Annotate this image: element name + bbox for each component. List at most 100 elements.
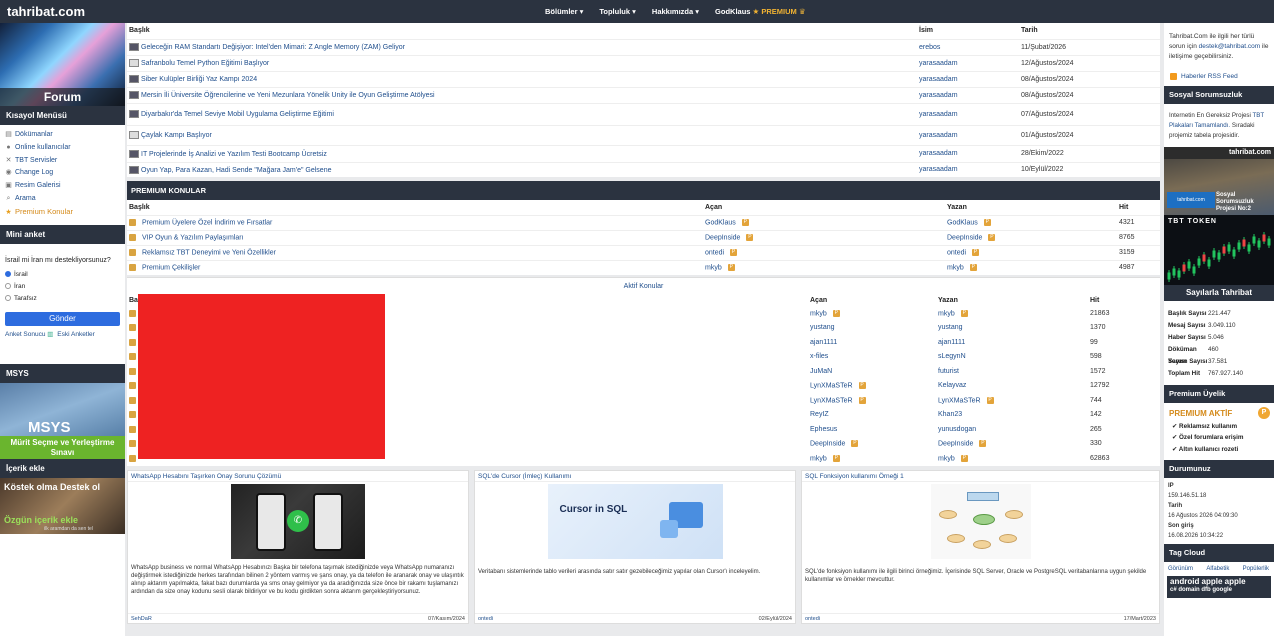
tag-cloud[interactable]: android apple apple c# domain dfb google [1167,576,1271,599]
stat-row: Yorum Sayısı 37.581 [1168,357,1228,365]
old-polls-link[interactable]: Eski Anketler [57,331,95,338]
table-row[interactable]: Çaylak Kampı Başlıyor yarasaadam 01/Ağusto… [127,124,1160,145]
table-row[interactable]: Geleceğin RAM Standartı Değişiyor: Intel… [127,38,1160,55]
whatsapp-icon: ✆ [287,509,309,532]
premium-badge-icon: P [960,309,968,317]
msys-band: Mürit Seçme ve Yerleştirme Sınavı [0,435,125,459]
msys-title: MSYS [0,363,125,383]
main-content: Başlık İsim Tarih Geleceğin RAM Standart… [127,23,1160,624]
premium-badge-icon: P [988,233,996,241]
phone-shape [256,492,286,551]
card-author[interactable]: SehDaR [131,614,152,623]
lock-icon [129,454,136,462]
thumbnail [129,59,139,67]
table-row[interactable]: VIP Oyun & Yazılım Paylaşımları DeepInsid… [127,229,1160,245]
ip-value: 159.146.51.18 [1168,493,1207,500]
left-sidebar: Forum Kısayol Menüsü ▤ Dökümanlar ● Online… [0,23,125,636]
card-author[interactable]: ontedi [805,614,820,623]
msys-banner[interactable]: MSYS Mürit Seçme ve Yerleştirme Sınavı [0,382,125,459]
candle [1197,258,1201,266]
table-row[interactable]: Siber Kulüpler Birliği Yaz Kampı 2024 yar… [127,70,1160,87]
card-title[interactable]: SQL'de Cursor (İmleç) Kullanımı [475,471,795,482]
lock-icon [129,411,136,419]
nav-hakkimizda[interactable]: Hakkımızda ▾ [652,7,699,16]
menu-item-tbt-services[interactable]: ✕ TBT Servisler [4,155,125,168]
radio-selected[interactable] [5,270,11,277]
menu-item-gallery[interactable]: ▣ Resim Galerisi [4,180,125,193]
card-image[interactable]: ✆ [231,483,365,559]
rss-link[interactable]: Haberler RSS Feed [1164,67,1274,86]
radio[interactable] [5,294,11,301]
poll-option[interactable]: İsrail [5,271,120,278]
card-title[interactable]: WhatsApp Hesabını Taşırken Onay Sorunu Ç… [128,471,468,482]
news-table: Başlık İsim Tarih Geleceğin RAM Standart… [127,23,1160,177]
shortcut-menu: ▤ Dökümanlar ● Online kullanıcılar ✕ TBT Se… [0,125,125,225]
banner-caption: ilk aramdan da sen tel [44,525,93,532]
candle [1262,234,1266,242]
active-topics-title[interactable]: Aktif Konular [127,277,1160,294]
candle [1252,236,1256,244]
col-date: Tarih [1019,23,1160,39]
table-row[interactable]: Diyarbakır'da Temel Seviye Mobil Uygulam… [127,102,1160,125]
poll-submit-button[interactable]: Gönder [5,311,120,326]
candle [1212,250,1216,258]
table-row[interactable]: Premium Çekilişler mkyb Pmkyb P 4987 [127,259,1160,275]
menu-item-documents[interactable]: ▤ Dökümanlar [4,129,125,142]
table-row[interactable]: Safranbolu Temel Python Eğitimi Başlıyor… [127,54,1160,71]
article-card[interactable]: WhatsApp Hesabını Taşırken Onay Sorunu Ç… [127,469,469,624]
menu-item-premium[interactable]: ★ Premium Konular [4,206,125,219]
candle [1227,244,1231,252]
star-icon: ★ [752,7,760,16]
table-row[interactable]: Oyun Yap, Para Kazan, Hadi Sende "Mağara… [127,161,1160,177]
stat-row: Döküman Sayısı 460 [1168,345,1219,365]
social-project-banner[interactable]: tahribat.com tahribat.com Sosyal Sorumsu… [1164,147,1274,216]
candle [1242,239,1246,247]
article-card[interactable]: SQL'de Cursor (İmleç) Kullanımı Cursor i… [474,469,796,624]
poll-results-link[interactable]: Anket Sonucu [5,331,45,338]
poll-option[interactable]: İran [5,283,120,290]
mini-poll: İsrail mi İran mı destekliyorsunuz? İsra… [0,244,125,364]
premium-badge-icon: P [972,248,980,256]
table-row[interactable]: Premium Üyelere Özel İndirim ve Fırsatla… [127,214,1160,230]
premium-table: Başlık Açan Yazan Hit Premium Üyelere Öz… [127,200,1160,275]
radio[interactable] [5,282,11,289]
poll-option[interactable]: Tarafsız [5,295,120,302]
lock-icon [129,367,136,375]
tag-line[interactable]: c# domain dfb google [1170,586,1268,594]
stat-row: Haber Sayısı 5.046 [1168,334,1224,341]
table-row[interactable]: Reklamsız TBT Deneyimi ve Yeni Özellikle… [127,244,1160,260]
stat-row: Mesaj Sayısı 3.049.110 [1168,322,1236,330]
tab-gorunum[interactable]: Görünüm [1168,566,1193,572]
menu-item-change-log[interactable]: ◉ Change Log [4,167,125,180]
candle [1202,254,1206,262]
table-row[interactable]: Mersin İli Üniversite Öğrencilerine ve Y… [127,86,1160,103]
card-author[interactable]: ontedi [478,614,493,623]
menu-item-search[interactable]: ⌕ Arama [4,193,125,206]
poll-question: İsrail mi İran mı destekliyorsunuz? [5,256,111,264]
nav-bolumler[interactable]: Bölümler ▾ [545,7,583,16]
premium-badge-icon: P [983,218,991,226]
diagram-node [972,539,991,549]
active-topics-panel: Başlık Açan Yazan Hit mkybPmkybP21863yus… [127,294,1160,466]
banner-text: Köstek olma Destek ol [4,481,101,492]
premium-membership-title: Premium Üyelik [1164,384,1274,403]
star-icon: ★ [5,208,12,216]
premium-feature: ✔ Reklamsız kullanım [1172,422,1238,430]
card-image[interactable]: Cursor in SQL [547,483,723,559]
card-image[interactable] [930,483,1031,559]
tab-populerlik[interactable]: Popülerlik [1243,566,1269,572]
forum-banner[interactable]: Forum [0,23,125,106]
tbt-token-banner[interactable]: TBT TOKEN Sayılarla Tahribat [1164,215,1274,302]
nav-topluluk[interactable]: Topluluk ▾ [599,7,636,16]
premium-badge-icon: P [730,248,738,256]
site-logo[interactable]: tahribat.com [7,4,85,19]
card-title[interactable]: SQL Fonksiyon kullanımı Örneği 1 [802,471,1159,482]
tag-line[interactable]: android apple apple [1170,578,1268,586]
article-card[interactable]: SQL Fonksiyon kullanımı Örneği 1 SQL'de … [801,469,1160,624]
user-menu[interactable]: GodKlaus ★ PREMIUM ♛ [715,7,806,16]
content-add-banner[interactable]: Köstek olma Destek ol Özgün içerik ekle … [0,477,125,534]
menu-item-online-users[interactable]: ● Online kullanıcılar [4,142,125,155]
table-row[interactable]: IT Projelerinde İş Analizi ve Yazılım Te… [127,144,1160,162]
support-email-link[interactable]: destek@tahribat.com [1199,43,1261,50]
tab-alfabetik[interactable]: Alfabetik [1206,566,1229,572]
